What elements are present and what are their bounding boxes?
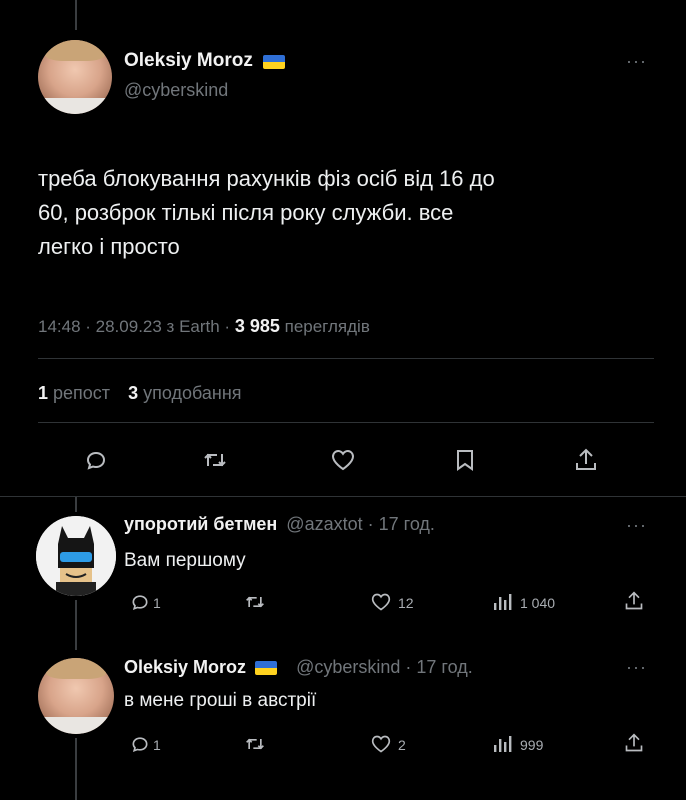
repost-icon[interactable] [244, 734, 266, 754]
post-time[interactable]: 14:48 · 28.09.23 з Earth · [38, 317, 230, 336]
reply-text: Вам першому [124, 550, 246, 571]
thread-line-reply2 [75, 738, 77, 800]
reply-author-name[interactable]: упоротий бетмен [124, 514, 277, 534]
likes-count[interactable]: 3 [128, 383, 138, 403]
reply-handle[interactable]: @azaxtot [286, 514, 362, 534]
like-count: 2 [398, 737, 406, 753]
view-count: 1 040 [520, 595, 556, 611]
like-icon[interactable] [330, 448, 356, 472]
share-icon[interactable] [624, 590, 644, 612]
thread-line-top [75, 0, 77, 30]
post-text-line: легко і просто [38, 234, 180, 259]
share-icon[interactable] [574, 447, 598, 473]
author-handle[interactable]: @cyberskind [124, 80, 228, 101]
ukraine-flag-icon [263, 54, 286, 69]
post-text-line: треба блокування рахунків фіз осіб від 1… [38, 166, 495, 191]
post-meta: 14:48 · 28.09.23 з Earth · 3 985 перегля… [38, 316, 370, 337]
reply-handle[interactable]: @cyberskind [296, 657, 400, 677]
avatar[interactable] [38, 40, 112, 114]
divider [38, 422, 654, 423]
repost-icon[interactable] [202, 448, 228, 472]
views-count: 3 985 [234, 316, 280, 336]
reply-author-name[interactable]: Oleksiy Moroz [124, 657, 246, 677]
reply-icon[interactable] [130, 734, 150, 754]
divider [38, 358, 654, 359]
view-count: 999 [520, 737, 544, 753]
reposts-count[interactable]: 1 [38, 383, 48, 403]
author-name[interactable]: Oleksiy Moroz [124, 50, 253, 71]
reply-count: 1 [153, 595, 161, 611]
thread-line-reply1 [75, 600, 77, 650]
post-header: Oleksiy Moroz [124, 50, 286, 72]
thread-line-reply1-top [75, 496, 77, 512]
share-icon[interactable] [624, 732, 644, 754]
reply-header: упоротий бетмен @azaxtot · 17 год. [124, 514, 435, 535]
like-icon[interactable] [370, 592, 392, 612]
likes-label[interactable]: уподобання [143, 383, 241, 403]
bookmark-icon[interactable] [454, 448, 476, 472]
reply-text: в мене гроші в австрії [124, 690, 317, 711]
reposts-label[interactable]: репост [53, 383, 110, 403]
reply-count: 1 [153, 737, 161, 753]
engagement-stats: 1 репост 3 уподобання [38, 383, 242, 404]
avatar[interactable] [36, 516, 116, 596]
more-icon[interactable]: ··· [626, 52, 647, 70]
like-icon[interactable] [370, 734, 392, 754]
post-text: треба блокування рахунків фіз осіб від 1… [38, 162, 495, 264]
reply-time[interactable]: · 17 год. [405, 657, 472, 677]
avatar[interactable] [38, 658, 114, 734]
reply-icon[interactable] [130, 592, 150, 612]
divider [0, 496, 686, 497]
like-count: 12 [398, 595, 414, 611]
views-icon[interactable] [492, 592, 512, 612]
more-icon[interactable]: ··· [626, 516, 647, 534]
views-icon[interactable] [492, 734, 512, 754]
post-text-line: 60, розброк тількі після року служби. вс… [38, 200, 454, 225]
reply-icon[interactable] [84, 448, 108, 472]
ukraine-flag-icon [255, 661, 278, 676]
reply-time[interactable]: · 17 год. [368, 514, 435, 534]
views-label: переглядів [284, 317, 370, 336]
repost-icon[interactable] [244, 592, 266, 612]
more-icon[interactable]: ··· [626, 658, 647, 676]
reply-header: Oleksiy Moroz @cyberskind · 17 год. [124, 657, 473, 678]
